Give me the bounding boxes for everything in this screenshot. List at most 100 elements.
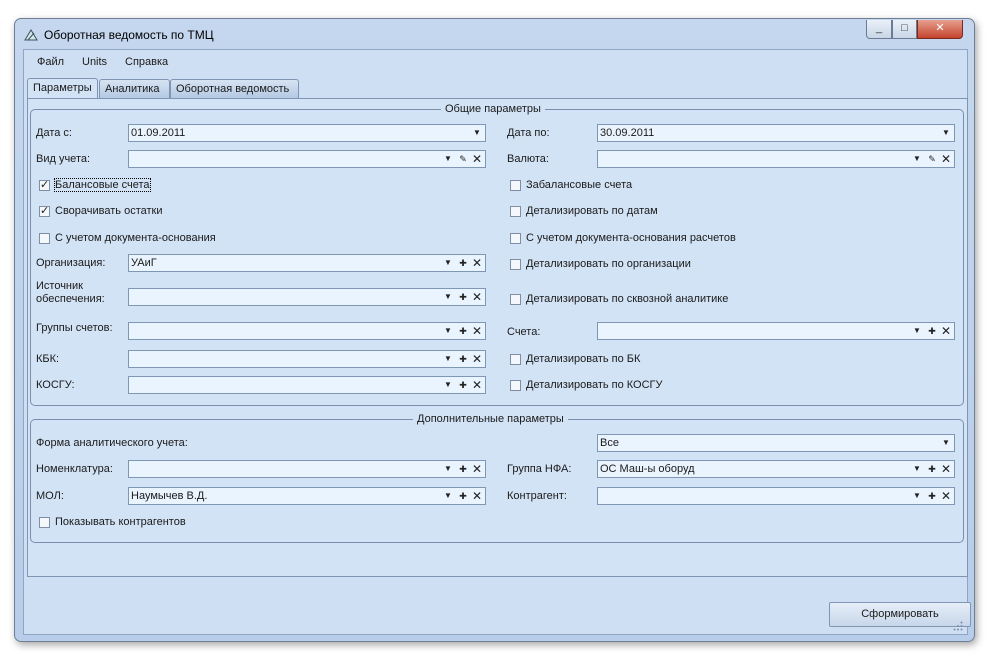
mol-clear-icon[interactable]: ✕ — [470, 488, 484, 504]
detail-by-analytics-checkbox[interactable] — [510, 294, 521, 305]
account-groups-field[interactable]: ▼ ✚ ✕ — [128, 322, 486, 340]
analytic-form-label: Форма аналитического учета: — [36, 437, 188, 449]
account-groups-clear-icon[interactable]: ✕ — [470, 323, 484, 339]
detail-by-dates-checkbox[interactable] — [510, 206, 521, 217]
analytic-form-select[interactable]: Все ▼ — [597, 434, 955, 452]
counterparty-field[interactable]: ▼ ✚ ✕ — [597, 487, 955, 505]
menu-help[interactable]: Справка — [125, 56, 168, 68]
collapse-balances-checkbox[interactable] — [39, 204, 50, 217]
account-type-edit-icon[interactable]: ✎ — [456, 151, 470, 167]
funding-source-dropdown-icon[interactable]: ▼ — [441, 289, 455, 305]
account-groups-dropdown-icon[interactable]: ▼ — [441, 323, 455, 339]
menu-file[interactable]: Файл — [37, 56, 64, 68]
currency-edit-icon[interactable]: ✎ — [925, 151, 939, 167]
detail-by-analytics-label[interactable]: Детализировать по сквозной аналитике — [526, 293, 728, 305]
tab-analytics[interactable]: Аналитика — [99, 79, 170, 98]
title-bar[interactable]: Оборотная ведомость по ТМЦ _ □ ✕ — [15, 19, 974, 49]
funding-source-field[interactable]: ▼ ✚ ✕ — [128, 288, 486, 306]
nomenclature-dropdown-icon[interactable]: ▼ — [441, 461, 455, 477]
detail-by-org-checkbox[interactable] — [510, 259, 521, 270]
detail-by-dates-label[interactable]: Детализировать по датам — [526, 205, 658, 217]
detail-by-org-label[interactable]: Детализировать по организации — [526, 258, 691, 270]
counterparty-dropdown-icon[interactable]: ▼ — [910, 488, 924, 504]
kosgu-field[interactable]: ▼ ✚ ✕ — [128, 376, 486, 394]
counterparty-clear-icon[interactable]: ✕ — [939, 488, 953, 504]
extra-parameters-title: Дополнительные параметры — [413, 413, 568, 425]
date-from-field[interactable]: 01.09.2011 ▼ — [128, 124, 486, 142]
nfa-group-add-icon[interactable]: ✚ — [925, 461, 939, 477]
kbk-field[interactable]: ▼ ✚ ✕ — [128, 350, 486, 368]
kosgu-add-icon[interactable]: ✚ — [456, 377, 470, 393]
offbalance-accounts-label[interactable]: Забалансовые счета — [526, 179, 632, 191]
app-icon — [24, 29, 38, 41]
show-counterparties-checkbox[interactable] — [39, 517, 50, 528]
nfa-group-value: ОС Маш-ы оборуд — [600, 463, 695, 475]
kbk-dropdown-icon[interactable]: ▼ — [441, 351, 455, 367]
currency-clear-icon[interactable]: ✕ — [939, 151, 953, 167]
show-counterparties-label[interactable]: Показывать контрагентов — [55, 516, 186, 528]
balance-accounts-checkbox[interactable] — [39, 178, 50, 191]
currency-field[interactable]: ▼ ✎ ✕ — [597, 150, 955, 168]
date-from-dropdown-icon[interactable]: ▼ — [470, 125, 484, 141]
collapse-balances-label[interactable]: Сворачивать остатки — [55, 205, 162, 217]
kosgu-dropdown-icon[interactable]: ▼ — [441, 377, 455, 393]
minimize-button[interactable]: _ — [866, 20, 892, 39]
nfa-group-field[interactable]: ОС Маш-ы оборуд ▼ ✚ ✕ — [597, 460, 955, 478]
accounts-clear-icon[interactable]: ✕ — [939, 323, 953, 339]
client-area: Файл Units Справка Параметры Аналитика О… — [23, 49, 971, 635]
funding-source-clear-icon[interactable]: ✕ — [470, 289, 484, 305]
menu-bar: Файл Units Справка — [24, 50, 967, 72]
menu-units[interactable]: Units — [82, 56, 107, 68]
detail-by-bk-label[interactable]: Детализировать по БК — [526, 353, 640, 365]
account-groups-add-icon[interactable]: ✚ — [456, 323, 470, 339]
analytic-form-dropdown-icon[interactable]: ▼ — [939, 435, 953, 451]
nfa-group-dropdown-icon[interactable]: ▼ — [910, 461, 924, 477]
organization-add-icon[interactable]: ✚ — [456, 255, 470, 271]
with-base-doc-settlements-label[interactable]: С учетом документа-основания расчетов — [526, 232, 736, 244]
accounts-dropdown-icon[interactable]: ▼ — [910, 323, 924, 339]
with-base-doc-checkbox[interactable] — [39, 233, 50, 244]
counterparty-add-icon[interactable]: ✚ — [925, 488, 939, 504]
mol-dropdown-icon[interactable]: ▼ — [441, 488, 455, 504]
offbalance-accounts-checkbox[interactable] — [510, 180, 521, 191]
kosgu-clear-icon[interactable]: ✕ — [470, 377, 484, 393]
account-type-clear-icon[interactable]: ✕ — [470, 151, 484, 167]
nfa-group-clear-icon[interactable]: ✕ — [939, 461, 953, 477]
mol-value: Наумычев В.Д. — [131, 490, 208, 502]
organization-clear-icon[interactable]: ✕ — [470, 255, 484, 271]
kbk-clear-icon[interactable]: ✕ — [470, 351, 484, 367]
detail-by-kosgu-checkbox[interactable] — [510, 380, 521, 391]
funding-source-label-line1: Источник — [36, 280, 83, 292]
nomenclature-field[interactable]: ▼ ✚ ✕ — [128, 460, 486, 478]
maximize-button[interactable]: □ — [892, 20, 917, 39]
kbk-add-icon[interactable]: ✚ — [456, 351, 470, 367]
detail-by-kosgu-label[interactable]: Детализировать по КОСГУ — [526, 379, 663, 391]
organization-field[interactable]: УАиГ ▼ ✚ ✕ — [128, 254, 486, 272]
mol-field[interactable]: Наумычев В.Д. ▼ ✚ ✕ — [128, 487, 486, 505]
tab-turnover-sheet[interactable]: Оборотная ведомость — [170, 79, 299, 98]
account-type-field[interactable]: ▼ ✎ ✕ — [128, 150, 486, 168]
organization-value: УАиГ — [131, 257, 157, 269]
account-type-dropdown-icon[interactable]: ▼ — [441, 151, 455, 167]
date-to-dropdown-icon[interactable]: ▼ — [939, 125, 953, 141]
nomenclature-label: Номенклатура: — [36, 463, 113, 475]
date-to-field[interactable]: 30.09.2011 ▼ — [597, 124, 955, 142]
detail-by-bk-checkbox[interactable] — [510, 354, 521, 365]
accounts-field[interactable]: ▼ ✚ ✕ — [597, 322, 955, 340]
close-button[interactable]: ✕ — [917, 20, 963, 39]
currency-dropdown-icon[interactable]: ▼ — [910, 151, 924, 167]
funding-source-add-icon[interactable]: ✚ — [456, 289, 470, 305]
nomenclature-add-icon[interactable]: ✚ — [456, 461, 470, 477]
balance-accounts-label[interactable]: Балансовые счета — [54, 178, 151, 192]
analytic-form-value: Все — [600, 437, 619, 449]
organization-dropdown-icon[interactable]: ▼ — [441, 255, 455, 271]
nomenclature-clear-icon[interactable]: ✕ — [470, 461, 484, 477]
mol-add-icon[interactable]: ✚ — [456, 488, 470, 504]
date-from-label: Дата с: — [36, 127, 72, 139]
with-base-doc-settlements-checkbox[interactable] — [510, 233, 521, 244]
accounts-add-icon[interactable]: ✚ — [925, 323, 939, 339]
resize-grip-icon[interactable] — [953, 621, 963, 631]
with-base-doc-label[interactable]: С учетом документа-основания — [55, 232, 216, 244]
tab-parameters[interactable]: Параметры — [27, 78, 98, 98]
generate-button[interactable]: Сформировать — [829, 602, 971, 627]
